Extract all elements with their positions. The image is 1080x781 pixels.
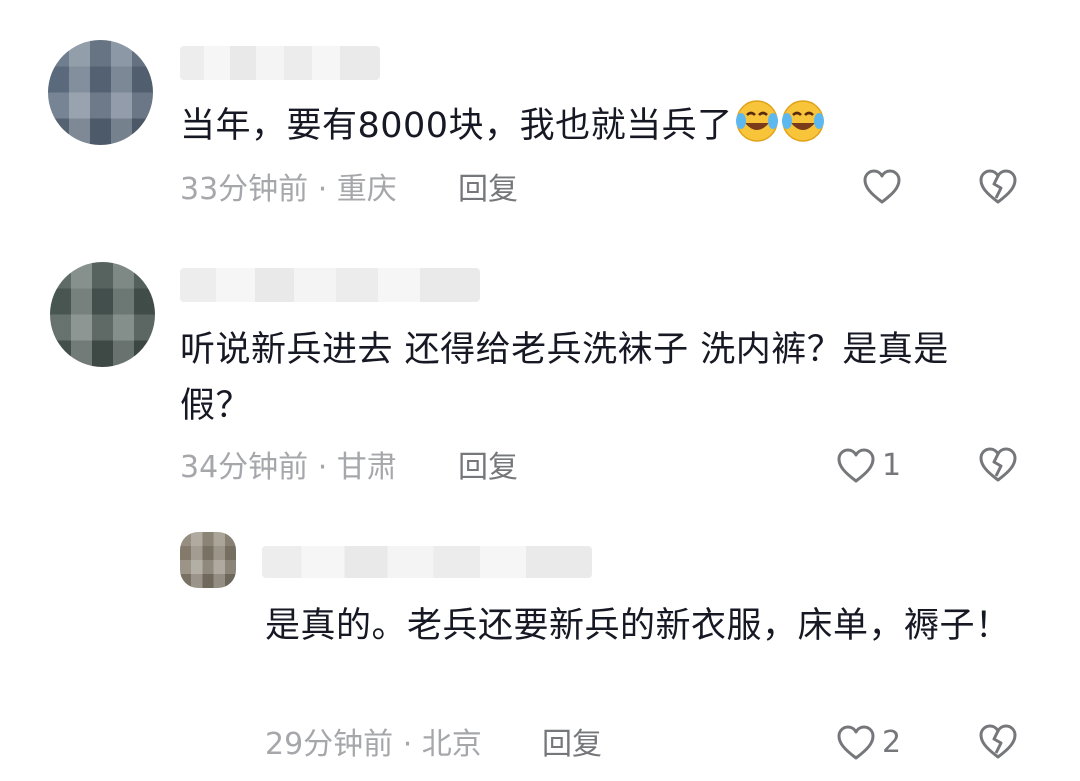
- comment-text-body: 当年，要有8000块，我也就当兵了: [180, 106, 733, 146]
- broken-heart-icon: [979, 169, 1017, 204]
- heart-icon: [837, 448, 875, 483]
- comment-meta: 29分钟前 · 北京: [265, 727, 482, 762]
- avatar[interactable]: [48, 40, 153, 145]
- broken-heart-icon: [979, 447, 1017, 482]
- avatar[interactable]: [50, 262, 155, 367]
- reply-button[interactable]: 回复: [458, 448, 518, 488]
- username-blurred[interactable]: [262, 546, 592, 578]
- username-blurred[interactable]: [180, 268, 480, 302]
- like-button[interactable]: 1: [836, 446, 901, 486]
- dislike-button[interactable]: [978, 446, 1018, 488]
- like-button[interactable]: [862, 168, 908, 206]
- heart-icon: [837, 725, 875, 760]
- comment-text: 听说新兵进去 还得给老兵洗袜子 洗内裤？是真是假？: [180, 330, 949, 426]
- broken-heart-icon: [979, 724, 1017, 759]
- crying-laughing-emoji: [781, 100, 824, 142]
- comment-text: 是真的。老兵还要新兵的新衣服，床单，褥子！: [265, 606, 1011, 646]
- dislike-button[interactable]: [978, 168, 1018, 210]
- like-button[interactable]: 2: [836, 723, 901, 763]
- dislike-button[interactable]: [978, 723, 1018, 765]
- crying-laughing-emoji: [735, 100, 778, 142]
- comment-meta: 33分钟前 · 重庆: [180, 172, 397, 207]
- comment-text: 当年，要有8000块，我也就当兵了: [180, 98, 980, 154]
- comment-meta: 34分钟前 · 甘肃: [180, 450, 397, 485]
- reply-button[interactable]: 回复: [542, 725, 602, 765]
- like-count: 1: [882, 448, 902, 483]
- reply-button[interactable]: 回复: [458, 170, 518, 210]
- like-count: 2: [882, 725, 902, 760]
- avatar[interactable]: [180, 532, 236, 588]
- username-blurred[interactable]: [180, 46, 380, 80]
- heart-icon: [863, 169, 901, 204]
